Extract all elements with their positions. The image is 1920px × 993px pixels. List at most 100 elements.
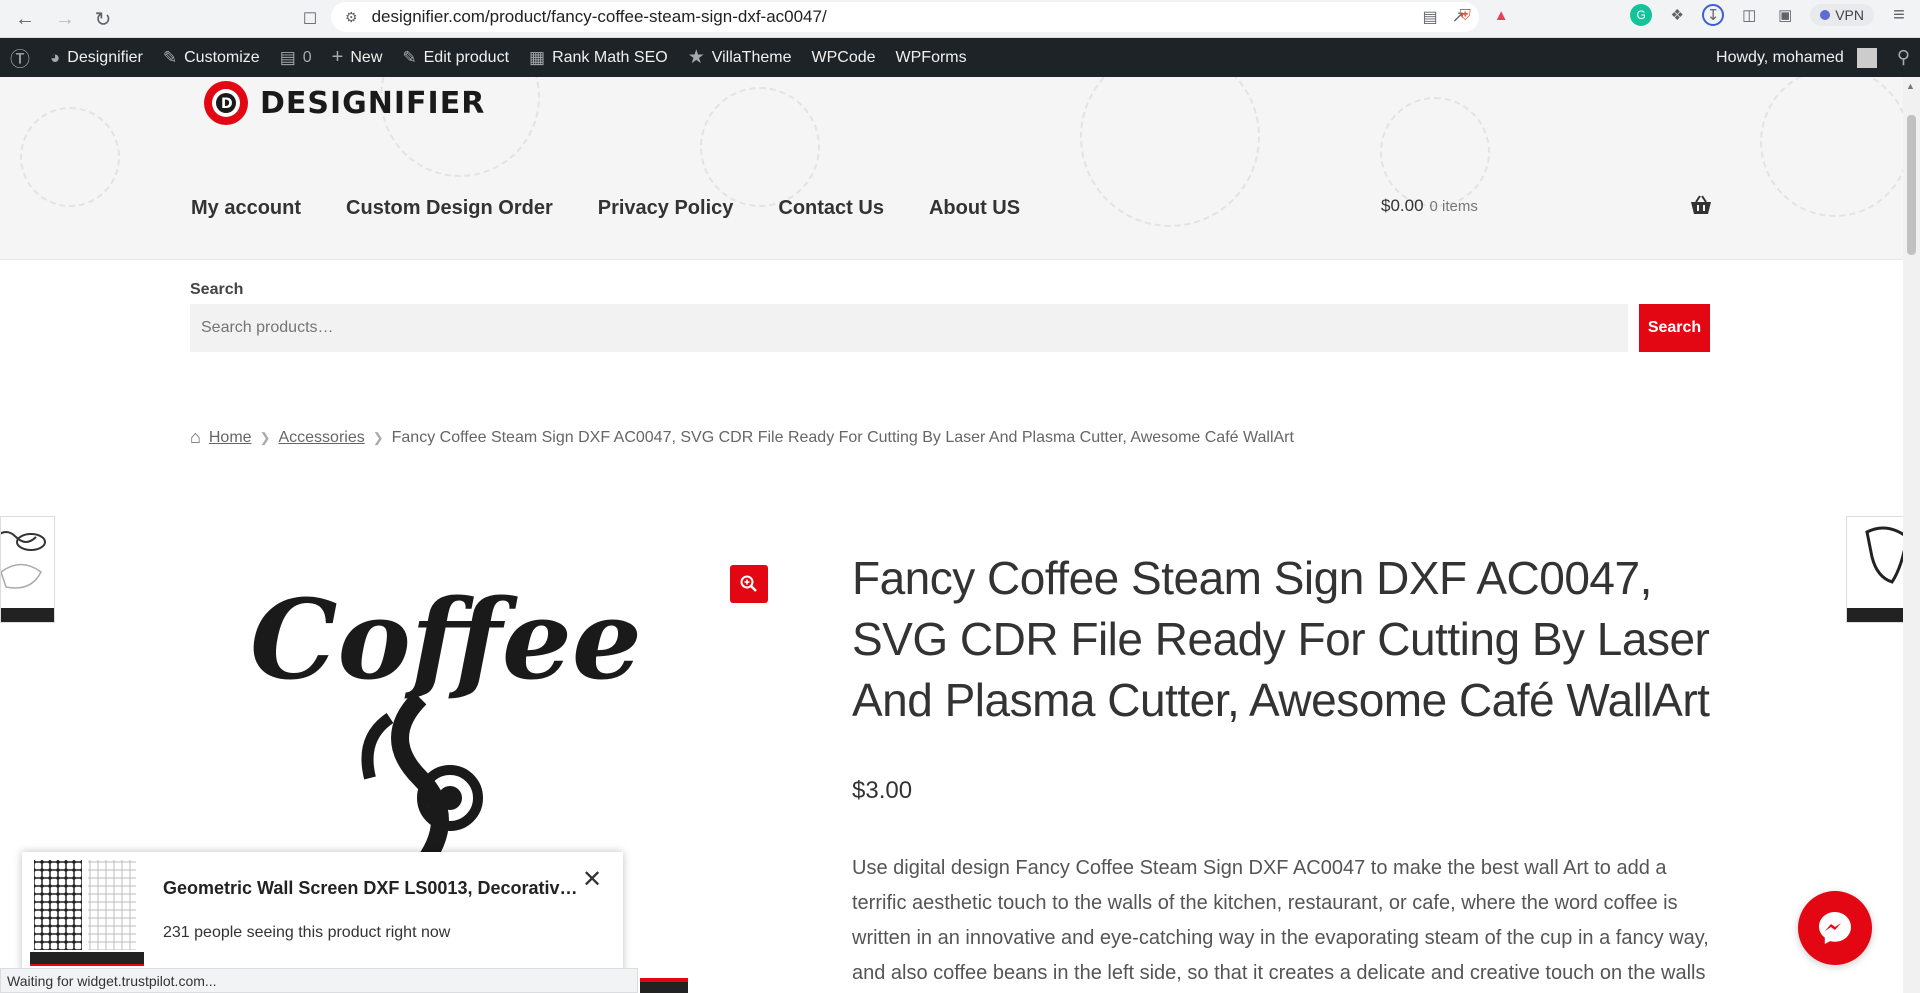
cart-items-count: 0 items xyxy=(1429,198,1478,215)
brave-shield-icon[interactable]: ⛨ xyxy=(1454,4,1476,26)
customize-label: Customize xyxy=(184,48,260,66)
breadcrumb-accessories[interactable]: Accessories xyxy=(278,429,364,447)
avatar xyxy=(1856,47,1877,68)
breadcrumb: ⌂ Home ❯ Accessories ❯ Fancy Coffee Stea… xyxy=(190,427,1294,448)
search-input[interactable] xyxy=(190,304,1628,352)
wpcode-label: WPCode xyxy=(811,48,876,66)
extensions-icon[interactable]: ❖ xyxy=(1666,4,1688,26)
menu-icon[interactable]: ≡ xyxy=(1888,4,1910,26)
logo-text: DESIGNIFIER xyxy=(260,85,486,121)
downloads-icon[interactable]: ↧ xyxy=(1702,4,1725,26)
comments-count: 0 xyxy=(302,48,312,66)
close-icon[interactable]: ✕ xyxy=(582,865,602,894)
nav-contact-us[interactable]: Contact Us xyxy=(778,197,884,220)
wp-admin-bar: Ⓣ ◕ Designifier ✎ Customize ▤ 0 + New ✎ Edit … xyxy=(0,38,1920,77)
plus-icon: + xyxy=(331,46,344,68)
admin-wpcode[interactable]: WPCode xyxy=(801,38,885,77)
gear-decoration xyxy=(700,87,820,207)
howdy-label: Howdy, mohamed xyxy=(1716,48,1844,66)
gear-decoration xyxy=(1080,77,1260,227)
villatheme-label: VillaTheme xyxy=(711,48,792,66)
edit-product-label: Edit product xyxy=(423,48,510,66)
site-name-label: Designifier xyxy=(67,48,143,66)
home-icon: ⌂ xyxy=(190,427,201,447)
product-description: Use digital design Fancy Coffee Steam Si… xyxy=(852,857,1709,984)
admin-new[interactable]: + New xyxy=(322,38,393,77)
admin-search-icon[interactable]: ⚲ xyxy=(1887,38,1920,77)
primary-nav: My account Custom Design Order Privacy P… xyxy=(191,197,1020,220)
browser-status-bar: Waiting for widget.trustpilot.com... xyxy=(0,968,638,993)
url-text: designifier.com/product/fancy-coffee-ste… xyxy=(371,7,827,26)
cart-summary[interactable]: $0.00 0 items xyxy=(1381,196,1478,216)
address-bar[interactable]: ⚙ designifier.com/product/fancy-coffee-s… xyxy=(331,2,1479,32)
dashboard-icon: ◕ xyxy=(50,47,61,67)
brave-rewards-icon[interactable]: ▲ xyxy=(1490,4,1512,26)
browser-toolbar: ← → ↻ ☐ ⚙ designifier.com/product/fancy-… xyxy=(0,0,1920,38)
product-title: Fancy Coffee Steam Sign DXF AC0047, SVG … xyxy=(852,552,1710,726)
nav-about-us[interactable]: About US xyxy=(929,197,1020,220)
forward-icon[interactable]: → xyxy=(50,4,80,34)
admin-site-name[interactable]: ◕ Designifier xyxy=(40,38,153,77)
chevron-right-icon: ❯ xyxy=(372,429,384,445)
reload-icon[interactable]: ↻ xyxy=(88,4,118,34)
nav-privacy-policy[interactable]: Privacy Policy xyxy=(598,197,734,220)
previous-product-thumbnail[interactable] xyxy=(0,516,55,623)
vpn-status-icon xyxy=(1820,10,1831,20)
chevron-right-icon: ❯ xyxy=(259,429,271,445)
scroll-up-icon[interactable]: ▲ xyxy=(1906,81,1915,91)
admin-comments[interactable]: ▤ 0 xyxy=(270,38,322,77)
thumbnail-band xyxy=(1,608,54,622)
back-icon[interactable]: ← xyxy=(10,4,40,34)
rank-math-label: Rank Math SEO xyxy=(552,48,668,66)
site-header: D DESIGNIFIER My account Custom Design O… xyxy=(0,77,1920,260)
pencil-icon: ✎ xyxy=(402,47,417,67)
search-label: Search xyxy=(190,281,244,298)
search-button[interactable]: Search xyxy=(1639,304,1710,352)
nav-custom-design-order[interactable]: Custom Design Order xyxy=(346,197,553,220)
svg-text:D: D xyxy=(221,96,233,112)
gear-decoration xyxy=(1380,97,1490,207)
star-icon: ★ xyxy=(687,47,705,68)
comment-icon: ▤ xyxy=(279,47,296,67)
bookmark-icon[interactable]: ☐ xyxy=(295,4,325,34)
vpn-label: VPN xyxy=(1835,7,1864,23)
grammarly-icon[interactable]: G xyxy=(1630,4,1653,26)
wordpress-logo-icon[interactable]: Ⓣ xyxy=(0,38,40,77)
popup-viewers-text: 231 people seeing this product right now xyxy=(163,924,451,941)
page-scrollbar[interactable]: ▲ xyxy=(1903,77,1920,993)
wpforms-label: WPForms xyxy=(895,48,967,66)
admin-villatheme[interactable]: ★ VillaTheme xyxy=(678,38,802,77)
brush-icon: ✎ xyxy=(162,47,178,67)
logo-gear-icon: D xyxy=(204,81,248,125)
reader-icon[interactable]: ▤ xyxy=(1422,7,1437,27)
gear-decoration xyxy=(1760,77,1910,217)
breadcrumb-home[interactable]: Home xyxy=(209,429,252,447)
admin-rank-math[interactable]: ▦ Rank Math SEO xyxy=(519,38,678,77)
gear-decoration xyxy=(20,107,120,207)
admin-customize[interactable]: ✎ Customize xyxy=(153,38,270,77)
sidebar-icon[interactable]: ◫ xyxy=(1738,4,1760,26)
coffee-word-art: Coffee xyxy=(250,575,642,704)
wallet-icon[interactable]: ▣ xyxy=(1774,4,1796,26)
coffee-cup-sketch-icon xyxy=(1,531,46,589)
vpn-button[interactable]: VPN xyxy=(1810,4,1874,26)
popup-product-title[interactable]: Geometric Wall Screen DXF LS0013, Decora… xyxy=(163,878,583,899)
site-logo[interactable]: D DESIGNIFIER xyxy=(198,77,485,129)
breadcrumb-current: Fancy Coffee Steam Sign DXF AC0047, SVG … xyxy=(391,428,1294,446)
site-info-icon[interactable]: ⚙ xyxy=(345,9,358,26)
zoom-icon[interactable] xyxy=(730,565,768,603)
new-label: New xyxy=(350,48,383,66)
gallery-thumb-strip xyxy=(640,978,688,993)
messenger-chat-icon[interactable] xyxy=(1798,891,1872,965)
admin-account[interactable]: Howdy, mohamed xyxy=(1706,38,1887,77)
basket-icon[interactable] xyxy=(1690,195,1712,221)
nav-my-account[interactable]: My account xyxy=(191,197,301,220)
cart-total: $0.00 xyxy=(1381,196,1424,215)
admin-wpforms[interactable]: WPForms xyxy=(886,38,977,77)
admin-edit-product[interactable]: ✎ Edit product xyxy=(392,38,519,77)
rank-math-icon: ▦ xyxy=(529,47,546,67)
sales-notification-popup[interactable]: Geometric Wall Screen DXF LS0013, Decora… xyxy=(22,852,623,973)
scrollbar-thumb[interactable] xyxy=(1907,115,1916,255)
product-price: $3.00 xyxy=(852,777,913,804)
popup-product-thumbnail[interactable] xyxy=(30,858,144,966)
